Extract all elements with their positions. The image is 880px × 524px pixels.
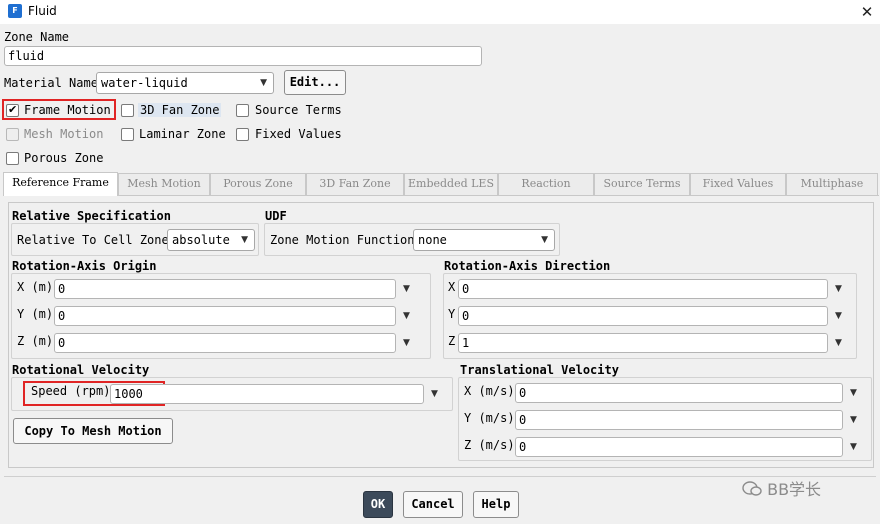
- speed-dropdown-icon[interactable]: ▼: [431, 389, 438, 399]
- fan-zone-checkbox[interactable]: [121, 104, 134, 117]
- tab-mesh-motion[interactable]: Mesh Motion: [118, 173, 210, 195]
- zone-motion-function-select[interactable]: none ▼: [413, 229, 555, 251]
- trans-y-dropdown-icon[interactable]: ▼: [850, 415, 857, 425]
- origin-x-label: X (m): [17, 280, 54, 294]
- title-bar: [0, 0, 880, 24]
- origin-title: Rotation-Axis Origin: [12, 259, 157, 273]
- porous-zone-label: Porous Zone: [24, 151, 104, 165]
- speed-label: Speed (rpm): [31, 384, 111, 398]
- mesh-motion-label: Mesh Motion: [24, 127, 104, 141]
- copy-to-mesh-motion-button[interactable]: Copy To Mesh Motion: [13, 418, 173, 444]
- trans-x-input[interactable]: 0: [515, 383, 843, 403]
- fan-zone-label: 3D Fan Zone: [138, 103, 222, 117]
- direction-y-dropdown-icon[interactable]: ▼: [835, 311, 842, 321]
- tab-multiphase[interactable]: Multiphase: [786, 173, 878, 195]
- origin-y-dropdown-icon[interactable]: ▼: [403, 311, 410, 321]
- fixed-values-checkbox[interactable]: [236, 128, 249, 141]
- source-terms-checkbox[interactable]: [236, 104, 249, 117]
- source-terms-label: Source Terms: [255, 103, 342, 117]
- laminar-zone-checkbox[interactable]: [121, 128, 134, 141]
- zone-motion-function-label: Zone Motion Function: [270, 233, 415, 247]
- tab-source-terms[interactable]: Source Terms: [594, 173, 690, 195]
- cancel-button[interactable]: Cancel: [403, 491, 463, 518]
- trans-y-label: Y (m/s): [464, 411, 515, 425]
- origin-y-input[interactable]: 0: [54, 306, 396, 326]
- trans-z-label: Z (m/s): [464, 438, 515, 452]
- app-icon: F: [8, 4, 22, 18]
- translational-velocity-title: Translational Velocity: [460, 363, 619, 377]
- direction-x-input[interactable]: 0: [458, 279, 828, 299]
- tab-fan-zone[interactable]: 3D Fan Zone: [306, 173, 404, 195]
- origin-y-label: Y (m): [17, 307, 54, 321]
- tab-reaction[interactable]: Reaction: [498, 173, 594, 195]
- frame-motion-label: Frame Motion: [24, 103, 111, 117]
- origin-z-input[interactable]: 0: [54, 333, 396, 353]
- direction-x-label: X: [448, 280, 456, 294]
- material-select[interactable]: water-liquid ▼: [96, 72, 274, 94]
- frame-motion-checkbox[interactable]: ✔: [6, 103, 19, 117]
- porous-zone-checkbox[interactable]: [6, 152, 19, 165]
- help-button[interactable]: Help: [473, 491, 519, 518]
- trans-x-label: X (m/s): [464, 384, 515, 398]
- laminar-zone-label: Laminar Zone: [139, 127, 226, 141]
- udf-title: UDF: [265, 209, 287, 223]
- tab-strip-divider: [3, 195, 879, 196]
- chevron-down-icon: ▼: [260, 78, 267, 88]
- fixed-values-label: Fixed Values: [255, 127, 342, 141]
- chat-bubble-icon: [742, 481, 762, 496]
- material-value: water-liquid: [101, 76, 188, 90]
- direction-y-input[interactable]: 0: [458, 306, 828, 326]
- origin-z-dropdown-icon[interactable]: ▼: [403, 338, 410, 348]
- mesh-motion-checkbox[interactable]: [6, 128, 19, 141]
- zone-name-input[interactable]: fluid: [4, 46, 482, 66]
- direction-z-label: Z: [448, 334, 456, 348]
- checkmark-icon: ✔: [8, 103, 18, 116]
- relative-cell-zone-label: Relative To Cell Zone: [17, 233, 169, 247]
- trans-z-dropdown-icon[interactable]: ▼: [850, 442, 857, 452]
- direction-title: Rotation-Axis Direction: [444, 259, 611, 273]
- direction-z-dropdown-icon[interactable]: ▼: [835, 338, 842, 348]
- material-name-label: Material Name: [4, 76, 98, 90]
- watermark-text: BB学长: [767, 480, 822, 499]
- rotational-velocity-title: Rotational Velocity: [12, 363, 150, 377]
- tab-fixed-values[interactable]: Fixed Values: [690, 173, 786, 195]
- tab-porous-zone[interactable]: Porous Zone: [210, 173, 306, 195]
- relative-cell-zone-value: absolute: [172, 233, 230, 247]
- relative-spec-title: Relative Specification: [12, 209, 171, 223]
- speed-input[interactable]: 1000: [110, 384, 424, 404]
- origin-x-input[interactable]: 0: [54, 279, 396, 299]
- relative-cell-zone-select[interactable]: absolute ▼: [167, 229, 255, 251]
- chevron-down-icon: ▼: [241, 235, 248, 245]
- zone-motion-function-value: none: [418, 233, 447, 247]
- trans-x-dropdown-icon[interactable]: ▼: [850, 388, 857, 398]
- direction-y-label: Y: [448, 307, 456, 321]
- watermark: BB学长: [742, 476, 821, 500]
- chevron-down-icon: ▼: [541, 235, 548, 245]
- origin-x-dropdown-icon[interactable]: ▼: [403, 284, 410, 294]
- direction-x-dropdown-icon[interactable]: ▼: [835, 284, 842, 294]
- tab-embedded-les[interactable]: Embedded LES: [404, 173, 498, 195]
- window-title: Fluid: [28, 4, 57, 18]
- close-icon[interactable]: ✕: [856, 2, 878, 22]
- trans-y-input[interactable]: 0: [515, 410, 843, 430]
- direction-z-input[interactable]: 1: [458, 333, 828, 353]
- edit-material-button[interactable]: Edit...: [284, 70, 346, 95]
- zone-name-label: Zone Name: [4, 30, 70, 44]
- origin-z-label: Z (m): [17, 334, 54, 348]
- ok-button[interactable]: OK: [363, 491, 393, 518]
- trans-z-input[interactable]: 0: [515, 437, 843, 457]
- tab-reference-frame[interactable]: Reference Frame: [3, 172, 118, 196]
